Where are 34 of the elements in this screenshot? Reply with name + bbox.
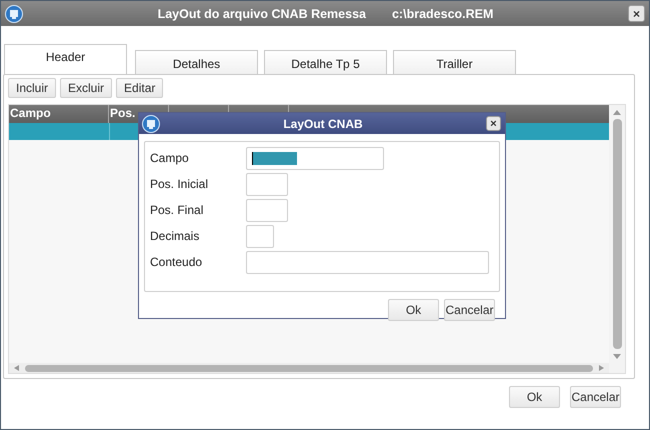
- tab[interactable]: Detalhe Tp 5: [264, 50, 387, 74]
- input-field[interactable]: [246, 224, 274, 248]
- toolbar-button[interactable]: Incluir: [8, 78, 56, 98]
- input-field[interactable]: [246, 198, 288, 222]
- vertical-scrollbar[interactable]: [609, 105, 625, 373]
- tab[interactable]: Header: [4, 44, 127, 74]
- close-button[interactable]: ×: [486, 116, 501, 131]
- field-label: Conteudo: [150, 255, 204, 269]
- input-field[interactable]: [246, 172, 288, 196]
- input-field[interactable]: [246, 250, 489, 274]
- input-field[interactable]: [246, 146, 384, 170]
- scroll-up-icon[interactable]: [613, 110, 621, 115]
- toolbar-button[interactable]: Editar: [116, 78, 164, 98]
- toolbar-button[interactable]: Excluir: [60, 78, 112, 98]
- window-title: LayOut do arquivo CNAB Remessa: [158, 6, 366, 20]
- app-logo-icon: [5, 4, 23, 22]
- dialog-button[interactable]: Cancelar: [444, 299, 495, 321]
- tab[interactable]: Trailler: [393, 50, 516, 74]
- scroll-right-icon[interactable]: [599, 365, 604, 371]
- dialog-title: LayOut CNAB: [282, 116, 364, 130]
- app-logo-icon: [142, 114, 160, 132]
- field-label: Decimais: [150, 229, 200, 243]
- horizontal-scrollbar[interactable]: [9, 363, 609, 373]
- dialog-button[interactable]: Cancelar: [570, 386, 621, 408]
- field-label: Pos. Inicial: [150, 177, 210, 191]
- scroll-left-icon[interactable]: [14, 365, 19, 371]
- file-path: c:\bradesco.REM: [392, 6, 494, 20]
- close-button[interactable]: ×: [628, 5, 645, 22]
- field-label: Campo: [150, 151, 190, 165]
- field-label: Pos. Final: [150, 203, 204, 217]
- scroll-down-icon[interactable]: [613, 354, 621, 359]
- tab[interactable]: Detalhes: [135, 50, 258, 74]
- dialog-button[interactable]: Ok: [509, 386, 560, 408]
- dialog-button[interactable]: Ok: [388, 299, 439, 321]
